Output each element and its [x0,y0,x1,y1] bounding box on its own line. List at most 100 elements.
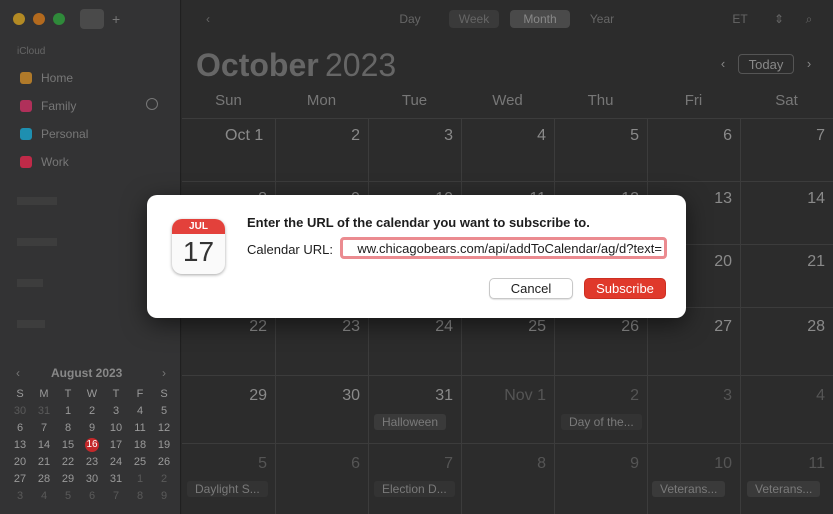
mini-day-cell[interactable]: 30 [80,472,104,486]
mini-day-cell[interactable]: 5 [152,404,176,418]
tab-year[interactable]: Year [582,10,622,28]
mini-day-cell[interactable]: 12 [152,421,176,435]
mini-day-cell[interactable]: 27 [8,472,32,486]
mini-day-cell[interactable]: 2 [80,404,104,418]
day-cell-number[interactable]: 29 [187,387,267,405]
today-button[interactable]: Today [738,54,794,74]
event-election-day[interactable]: Election D... [374,481,455,497]
mini-day-cell[interactable]: 28 [32,472,56,486]
day-cell-number[interactable]: 21 [745,253,825,271]
day-cell-number[interactable]: 27 [652,318,732,336]
mini-day-cell[interactable]: 25 [128,455,152,469]
mini-day-cell[interactable]: 6 [8,421,32,435]
day-cell-number[interactable]: 10 [652,455,732,473]
mini-prev-icon[interactable]: ‹ [16,366,20,380]
event-veterans-day[interactable]: Veterans... [652,481,726,497]
mini-day-cell[interactable]: 7 [104,489,128,503]
day-cell-number[interactable]: 25 [466,318,546,336]
back-icon[interactable]: ‹ [200,10,216,28]
checkbox-icon[interactable] [20,72,32,84]
next-month-icon[interactable]: › [801,54,817,74]
day-cell-number[interactable]: 24 [373,318,453,336]
mini-day-cell[interactable]: 30 [8,404,32,418]
zoom-window-button[interactable] [53,13,65,25]
mini-day-cell[interactable]: 7 [32,421,56,435]
tab-week[interactable]: Week [449,10,499,28]
mini-day-cell[interactable]: 1 [56,404,80,418]
day-cell-number[interactable]: 26 [559,318,639,336]
day-cell-number[interactable]: Nov 1 [466,387,546,405]
mini-day-cell[interactable]: 21 [32,455,56,469]
day-cell-number[interactable]: 28 [745,318,825,336]
day-cell-number[interactable]: 4 [745,387,825,405]
mini-day-cell[interactable]: 4 [32,489,56,503]
mini-day-cell[interactable]: 13 [8,438,32,452]
day-cell-number[interactable]: 31 [373,387,453,405]
day-cell-number[interactable]: 2 [559,387,639,405]
day-cell-number[interactable]: 3 [652,387,732,405]
mini-day-cell[interactable]: 6 [80,489,104,503]
event-veterans-day[interactable]: Veterans... [747,481,821,497]
day-cell-number[interactable]: 5 [559,127,639,145]
day-cell-number[interactable]: 4 [466,127,546,145]
day-cell-number[interactable]: 14 [745,190,825,208]
day-cell-number[interactable]: 5 [187,455,267,473]
mini-day-cell[interactable]: 1 [128,472,152,486]
event-daylight-saving[interactable]: Daylight S... [187,481,268,497]
mini-day-cell[interactable]: 4 [128,404,152,418]
checkbox-icon[interactable] [20,128,32,140]
mini-day-cell[interactable]: 15 [56,438,80,452]
cancel-button[interactable]: Cancel [489,278,573,299]
mini-day-cell[interactable]: 3 [104,404,128,418]
day-cell-number[interactable]: 6 [280,455,360,473]
tab-month[interactable]: Month [510,10,570,28]
mini-day-cell[interactable]: 8 [56,421,80,435]
timezone-label[interactable]: ET [728,10,752,28]
mini-day-cell[interactable]: 22 [56,455,80,469]
mini-day-cell[interactable]: 24 [104,455,128,469]
mini-day-cell[interactable]: 26 [152,455,176,469]
event-halloween[interactable]: Halloween [374,414,447,430]
close-window-button[interactable] [13,13,25,25]
mini-next-icon[interactable]: › [162,366,166,380]
mini-day-cell[interactable]: 2 [152,472,176,486]
day-cell-number[interactable]: 9 [559,455,639,473]
mini-day-cell[interactable]: 23 [80,455,104,469]
tab-day[interactable]: Day [390,10,430,28]
add-event-icon[interactable]: + [112,11,120,27]
calendar-url-input[interactable] [340,237,667,259]
day-cell-number[interactable]: 7 [373,455,453,473]
day-cell-number[interactable]: Oct 1 [225,127,270,145]
minimize-window-button[interactable] [33,13,45,25]
mini-day-cell[interactable]: 8 [128,489,152,503]
day-cell-number[interactable]: 3 [373,127,453,145]
sidebar-toggle-button[interactable] [80,9,104,29]
subscribe-button[interactable]: Subscribe [584,278,666,299]
mini-day-cell[interactable]: 11 [128,421,152,435]
day-cell-number[interactable]: 23 [280,318,360,336]
event-day-of-the-dead[interactable]: Day of the... [561,414,642,430]
sidebar-calendar-personal[interactable]: Personal [20,127,88,141]
search-icon[interactable]: ⌕ [802,10,816,28]
sidebar-calendar-family[interactable]: Family [20,99,76,113]
day-cell-number[interactable]: 7 [745,127,825,145]
checkbox-icon[interactable] [20,156,32,168]
sidebar-calendar-home[interactable]: Home [20,71,73,85]
mini-day-cell[interactable]: 9 [152,489,176,503]
prev-month-icon[interactable]: ‹ [715,54,731,74]
day-cell-number[interactable]: 22 [187,318,267,336]
mini-day-cell[interactable]: 31 [104,472,128,486]
mini-day-cell[interactable]: 9 [80,421,104,435]
day-cell-number[interactable]: 2 [280,127,360,145]
mini-day-cell[interactable]: 17 [104,438,128,452]
mini-day-cell[interactable]: 3 [8,489,32,503]
day-cell-number[interactable]: 6 [652,127,732,145]
mini-day-cell[interactable]: 14 [32,438,56,452]
sort-icon[interactable]: ⇕ [772,10,786,28]
mini-day-cell[interactable]: 18 [128,438,152,452]
mini-day-cell[interactable]: 20 [8,455,32,469]
day-cell-number[interactable]: 8 [466,455,546,473]
mini-day-cell[interactable]: 31 [32,404,56,418]
mini-day-cell[interactable]: 29 [56,472,80,486]
mini-day-cell[interactable]: 19 [152,438,176,452]
